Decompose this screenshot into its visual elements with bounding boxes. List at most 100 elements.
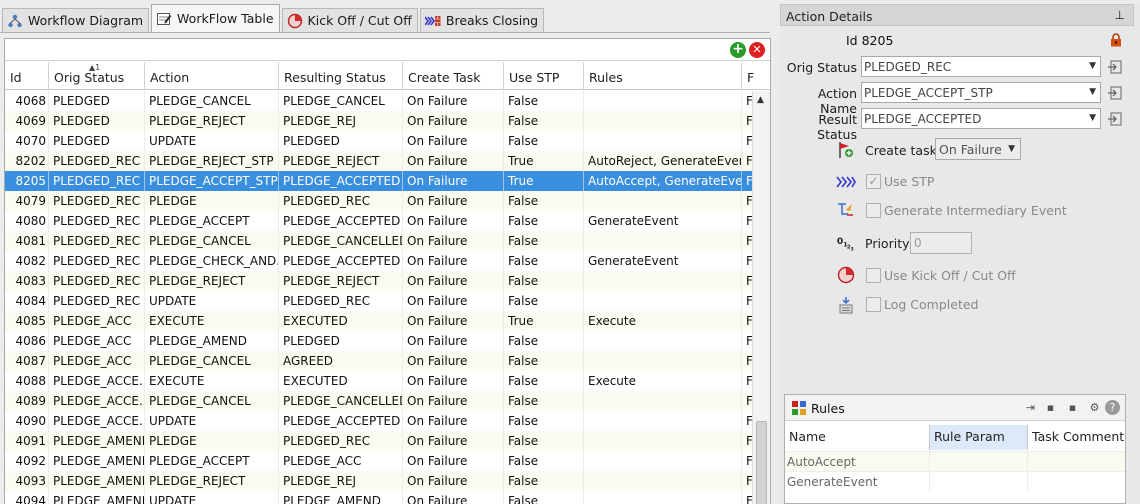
cell-resulting-status: PLEDGE_CANCELLED	[279, 231, 403, 251]
cell-use-stp: False	[504, 271, 584, 291]
tab-label: WorkFlow Table	[177, 11, 274, 26]
table-row[interactable]: 4094 PLEDGE_AMEND UPDATE PLEDGE_AMEND On Fai…	[5, 491, 752, 504]
rule-comment[interactable]	[1028, 472, 1125, 492]
cell-create-task: On Failure	[403, 351, 504, 371]
table-row[interactable]: 4083 PLEDGED_REC PLEDGE_REJECT PLEDGE_REJEC…	[5, 271, 752, 291]
rule-settings-icon[interactable]: ⚙	[1087, 400, 1102, 415]
rules-col-comment[interactable]: Task Comment	[1028, 425, 1125, 450]
cell-id: 4070	[5, 131, 49, 151]
rules-col-param[interactable]: Rule Param	[930, 425, 1028, 450]
tab-breaks-closing[interactable]: Breaks Closing	[419, 8, 545, 32]
delete-row-button[interactable]: ✕	[749, 42, 765, 58]
lock-icon[interactable]	[1110, 33, 1122, 47]
navigate-icon[interactable]	[1108, 112, 1122, 126]
generate-event-checkbox[interactable]	[866, 203, 881, 218]
rule-param[interactable]	[930, 452, 1028, 472]
table-row[interactable]: 4092 PLEDGE_AMEND PLEDGE_ACCEPT PLEDGE_ACC O…	[5, 451, 752, 471]
rule-row[interactable]: GenerateEvent	[785, 471, 1125, 492]
table-edit-icon	[156, 11, 172, 27]
priority-input[interactable]: 0	[910, 232, 972, 254]
rule-navigate-icon[interactable]: ⇥	[1023, 400, 1038, 415]
scrollbar-thumb[interactable]	[756, 421, 767, 504]
cell-orig-status: PLEDGE_ACCE...	[49, 371, 145, 391]
cell-extra: F	[742, 131, 752, 151]
table-row[interactable]: 4090 PLEDGE_ACCE... UPDATE PLEDGE_ACCEPTED O…	[5, 411, 752, 431]
table-row[interactable]: 4089 PLEDGE_ACCE... PLEDGE_CANCEL PLEDGE_CA…	[5, 391, 752, 411]
cell-resulting-status: PLEDGE_AMEND	[279, 491, 403, 504]
tab-label: Workflow Diagram	[28, 13, 144, 28]
rule-remove-icon[interactable]: ▪	[1065, 400, 1080, 415]
table-row[interactable]: 4085 PLEDGE_ACC EXECUTE EXECUTED On Failure T…	[5, 311, 752, 331]
result-status-label: Result Status	[817, 112, 857, 142]
priority-label: Priority	[865, 236, 910, 251]
log-completed-checkbox[interactable]	[866, 297, 881, 312]
col-header-action[interactable]: Action	[145, 62, 279, 90]
priority-icon: 0123	[836, 233, 856, 253]
col-header-rules[interactable]: Rules	[584, 62, 742, 90]
table-scrollbar[interactable]: ▲	[752, 91, 770, 504]
cell-action: PLEDGE_CHECK_AND...	[145, 251, 279, 271]
col-header-orig-status[interactable]: ▲1 Orig Status	[49, 62, 145, 90]
pie-clock-icon	[287, 13, 303, 29]
scroll-up-arrow-icon[interactable]: ▲	[757, 95, 764, 105]
table-row[interactable]: 4087 PLEDGE_ACC PLEDGE_CANCEL AGREED On Fail…	[5, 351, 752, 371]
add-row-button[interactable]: +	[730, 42, 746, 58]
cell-extra: F	[742, 431, 752, 451]
navigate-icon[interactable]	[1108, 86, 1122, 100]
cell-use-stp: True	[504, 171, 584, 191]
use-kickoff-checkbox[interactable]	[866, 268, 881, 283]
cell-id: 8202	[5, 151, 49, 171]
cell-extra: F	[742, 211, 752, 231]
rule-add-icon[interactable]: ▪	[1043, 400, 1058, 415]
table-row[interactable]: 4091 PLEDGE_AMEND PLEDGE PLEDGED_REC On Fail…	[5, 431, 752, 451]
orig-status-select[interactable]: PLEDGED_REC ▼	[861, 56, 1101, 77]
table-row[interactable]: 4079 PLEDGED_REC PLEDGE PLEDGED_REC On Failu…	[5, 191, 752, 211]
cell-rules: GenerateEvent	[584, 211, 742, 231]
table-row[interactable]: 4086 PLEDGE_ACC PLEDGE_AMEND PLEDGED On Fail…	[5, 331, 752, 351]
table-row[interactable]: 8202 PLEDGED_REC PLEDGE_REJECT_STP PLEDGE_R…	[5, 151, 752, 171]
create-task-select[interactable]: On Failure ▼	[935, 138, 1021, 160]
use-stp-checkbox[interactable]: ✓	[866, 174, 881, 189]
col-header-create-task[interactable]: Create Task	[403, 62, 504, 90]
rule-row[interactable]: AutoAccept	[785, 451, 1125, 472]
cell-extra: F	[742, 331, 752, 351]
table-row[interactable]: 4068 PLEDGED PLEDGE_CANCEL PLEDGE_CANCEL On …	[5, 91, 752, 111]
tab-workflow-table[interactable]: WorkFlow Table	[151, 4, 280, 32]
tab-workflow-diagram[interactable]: Workflow Diagram	[2, 8, 150, 32]
cell-create-task: On Failure	[403, 331, 504, 351]
cell-action: PLEDGE_ACCEPT_STP	[145, 171, 279, 191]
action-name-select[interactable]: PLEDGE_ACCEPT_STP ▼	[861, 82, 1101, 103]
table-row[interactable]: 4088 PLEDGE_ACCE... EXECUTE EXECUTED On Fail…	[5, 371, 752, 391]
col-header-id[interactable]: Id	[5, 62, 49, 90]
cell-use-stp: False	[504, 491, 584, 504]
cell-rules	[584, 351, 742, 371]
cell-resulting-status: EXECUTED	[279, 311, 403, 331]
cell-rules: Execute	[584, 371, 742, 391]
table-row[interactable]: 4069 PLEDGED PLEDGE_REJECT PLEDGE_REJ On Fai…	[5, 111, 752, 131]
cell-id: 4081	[5, 231, 49, 251]
cell-orig-status: PLEDGE_ACC	[49, 311, 145, 331]
col-header-use-stp[interactable]: Use STP	[504, 62, 584, 90]
cell-use-stp: False	[504, 391, 584, 411]
table-row[interactable]: 4070PLEDGEDUPDATEPLEDGEDOn FailureFalseF	[5, 131, 752, 151]
help-icon[interactable]: ?	[1105, 400, 1120, 415]
rule-comment[interactable]	[1028, 452, 1125, 472]
table-row[interactable]: 4093 PLEDGE_AMEND PLEDGE_REJECT PLEDGE_REJ O…	[5, 471, 752, 491]
result-status-select[interactable]: PLEDGE_ACCEPTED ▼	[861, 108, 1101, 129]
pin-icon[interactable]: ⊥	[1115, 8, 1125, 22]
table-header: Id ▲1 Orig Status Action Resulting Statu…	[5, 62, 770, 90]
col-header-extra[interactable]: F	[742, 62, 770, 90]
col-header-resulting-status[interactable]: Resulting Status	[279, 62, 403, 90]
rules-col-name[interactable]: Name	[785, 425, 930, 450]
table-row[interactable]: 4082 PLEDGED_REC PLEDGE_CHECK_AND... PLEDGE…	[5, 251, 752, 271]
table-row[interactable]: 4081 PLEDGED_REC PLEDGE_CANCEL PLEDGE_CANCE…	[5, 231, 752, 251]
cell-rules	[584, 231, 742, 251]
table-row[interactable]: 4080 PLEDGED_REC PLEDGE_ACCEPT PLEDGE_ACCEP…	[5, 211, 752, 231]
cell-rules: AutoAccept, GenerateEvent	[584, 171, 742, 191]
navigate-icon[interactable]	[1108, 60, 1122, 74]
rule-param[interactable]	[930, 472, 1028, 492]
tab-kick-off-cut-off[interactable]: Kick Off / Cut Off	[281, 8, 418, 32]
table-row[interactable]: 4084 PLEDGED_REC UPDATE PLEDGED_REC On Failu…	[5, 291, 752, 311]
cell-action: PLEDGE_AMEND	[145, 331, 279, 351]
table-row[interactable]: 8205 PLEDGED_REC PLEDGE_ACCEPT_STP PLEDGE_A…	[5, 171, 752, 191]
